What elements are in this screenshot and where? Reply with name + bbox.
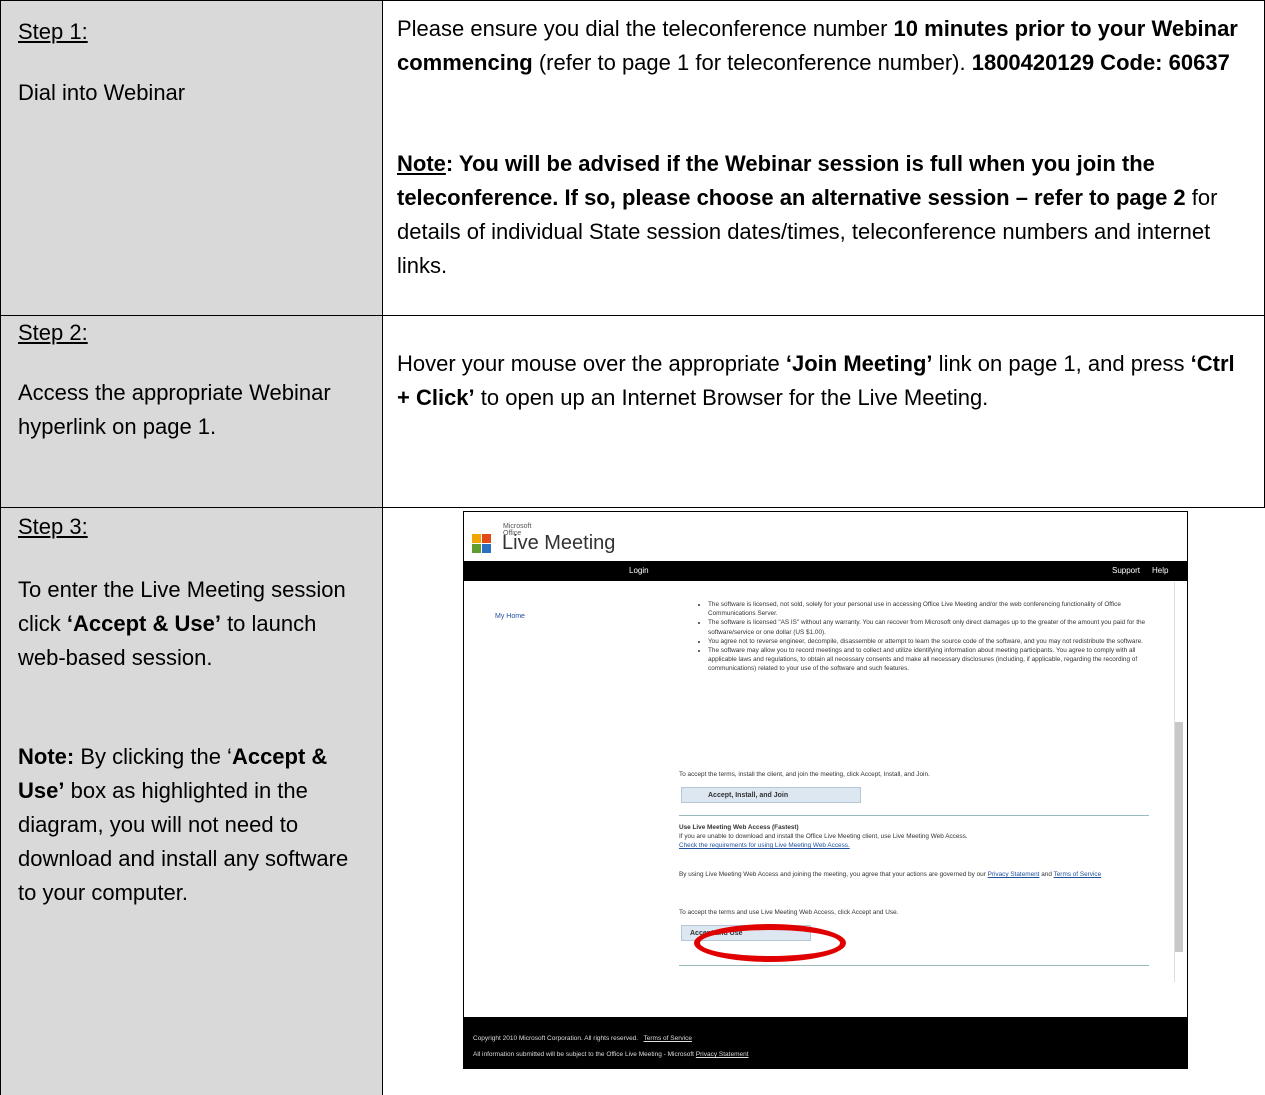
accept-install-join-button[interactable]: Accept, Install, and Join xyxy=(681,787,861,803)
privacy-link[interactable]: Privacy Statement xyxy=(988,871,1040,878)
terms-item: The software is licensed, not sold, sole… xyxy=(708,600,1149,618)
terms-item: The software may allow you to record mee… xyxy=(708,646,1149,674)
step3-label: Step 3: xyxy=(18,514,88,539)
web-access-text: If you are unable to download and instal… xyxy=(679,833,968,841)
step2-description: Access the appropriate Webinar hyperlink… xyxy=(18,380,331,439)
step3-description: To enter the Live Meeting session click … xyxy=(18,577,346,670)
nav-support[interactable]: Support xyxy=(1112,566,1140,575)
scrollbar-thumb[interactable] xyxy=(1175,722,1183,952)
my-home-link[interactable]: My Home xyxy=(495,613,525,620)
brand-name: Live Meeting xyxy=(502,532,616,554)
footer-terms-link[interactable]: Terms of Service xyxy=(644,1035,692,1042)
terms-item: The software is licensed "AS IS" without… xyxy=(708,618,1149,636)
accept-text: To accept the terms and use Live Meeting… xyxy=(679,909,899,916)
step1-description: Dial into Webinar xyxy=(18,80,186,105)
web-access-heading: Use Live Meeting Web Access (Fastest) xyxy=(679,824,799,831)
live-meeting-screenshot: Microsoft Office Live Meeting Login Supp… xyxy=(463,511,1188,1069)
terms-list: The software is licensed, not sold, sole… xyxy=(694,600,1149,674)
step2-instructions: Hover your mouse over the appropriate ‘J… xyxy=(397,351,1235,410)
lm-footer: Copyright 2010 Microsoft Corporation. Al… xyxy=(464,1017,1187,1068)
step1-instructions: Please ensure you dial the teleconferenc… xyxy=(397,16,1238,75)
nav-login[interactable]: Login xyxy=(629,566,649,575)
terms-item: You agree not to reverse engineer, decom… xyxy=(708,637,1149,646)
footer-privacy-link[interactable]: Privacy Statement xyxy=(696,1051,749,1058)
requirements-link[interactable]: Check the requirements for using Live Me… xyxy=(679,842,850,849)
step2-label: Step 2: xyxy=(18,320,88,345)
step3-note: Note: By clicking the ‘Accept & Use’ box… xyxy=(18,744,349,905)
step1-label: Step 1: xyxy=(18,19,88,44)
lm-nav-bar: Login Support Help xyxy=(464,561,1187,581)
instructions-table: Step 1: Dial into Webinar Please ensure … xyxy=(0,0,1265,1095)
web-access-section: Use Live Meeting Web Access (Fastest) If… xyxy=(679,823,1134,851)
step1-note: Note: You will be advised if the Webinar… xyxy=(397,151,1218,278)
agree-text: By using Live Meeting Web Access and joi… xyxy=(679,871,1102,878)
highlight-circle xyxy=(694,924,846,962)
terms-content: The software is licensed, not sold, sole… xyxy=(694,600,1149,674)
install-text: To accept the terms, install the client,… xyxy=(679,771,930,778)
terms-link[interactable]: Terms of Service xyxy=(1054,871,1102,878)
nav-help[interactable]: Help xyxy=(1152,566,1168,575)
